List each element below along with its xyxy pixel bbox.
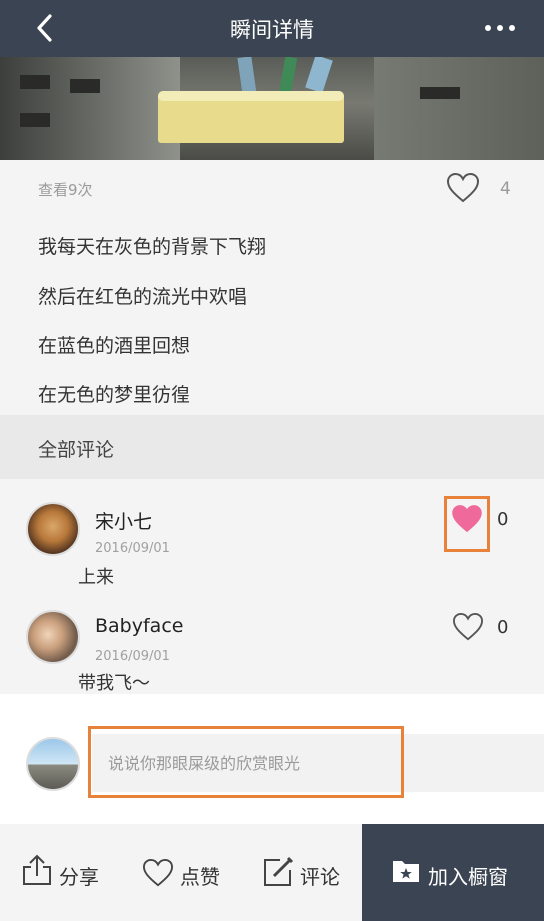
bottom-toolbar: 分享 点赞 评论 加入橱窗 bbox=[0, 824, 544, 921]
edit-icon bbox=[264, 856, 294, 886]
add-to-window-button[interactable]: 加入橱窗 bbox=[362, 824, 544, 921]
comment-button[interactable]: 评论 bbox=[260, 824, 360, 921]
like-heart-icon[interactable] bbox=[446, 172, 480, 204]
comment-like-heart-icon[interactable] bbox=[452, 612, 484, 642]
comment-composer bbox=[0, 694, 544, 824]
like-count: 4 bbox=[500, 179, 511, 199]
avatar[interactable] bbox=[26, 502, 80, 556]
post-body: 我每天在灰色的背景下飞翔 然后在红色的流光中欢唱 在蓝色的酒里回想 在无色的梦里… bbox=[0, 218, 544, 415]
photo-object bbox=[237, 57, 257, 96]
comment-like-count: 0 bbox=[497, 509, 509, 530]
more-options-icon[interactable] bbox=[482, 18, 522, 38]
comment-author[interactable]: 宋小七 bbox=[95, 507, 152, 534]
like-label: 点赞 bbox=[180, 865, 220, 889]
post-photo[interactable] bbox=[0, 57, 544, 160]
photo-window bbox=[70, 79, 100, 93]
photo-cup-rim bbox=[158, 91, 344, 101]
page-title: 瞬间详情 bbox=[230, 18, 314, 42]
photo-window bbox=[20, 113, 50, 127]
post-line: 我每天在灰色的背景下飞翔 bbox=[38, 236, 267, 258]
comment-like-heart-filled-icon[interactable] bbox=[451, 504, 483, 534]
like-button[interactable]: 点赞 bbox=[140, 824, 240, 921]
comments-section-title: 全部评论 bbox=[38, 439, 115, 461]
highlight-box bbox=[88, 726, 404, 798]
post-line: 然后在红色的流光中欢唱 bbox=[38, 286, 248, 308]
comment-author[interactable]: Babyface bbox=[95, 615, 183, 637]
share-label: 分享 bbox=[59, 865, 99, 889]
photo-object bbox=[278, 57, 298, 96]
photo-window bbox=[420, 87, 460, 99]
comment-text: 上来 bbox=[78, 567, 114, 588]
post-line: 在蓝色的酒里回想 bbox=[38, 335, 191, 357]
add-to-window-label: 加入橱窗 bbox=[428, 865, 508, 889]
photo-object bbox=[305, 57, 333, 93]
share-button[interactable]: 分享 bbox=[18, 824, 118, 921]
photo-window bbox=[20, 75, 50, 89]
share-icon bbox=[23, 854, 51, 885]
comment-date: 2016/09/01 bbox=[95, 649, 170, 664]
avatar[interactable] bbox=[26, 610, 80, 664]
folder-star-icon bbox=[393, 861, 419, 882]
photo-building-left bbox=[0, 57, 180, 160]
comment-item: 宋小七 2016/09/01 上来 0 bbox=[0, 479, 544, 588]
heart-icon bbox=[142, 858, 174, 887]
comments-section-header: 全部评论 bbox=[0, 415, 544, 479]
comment-date: 2016/09/01 bbox=[95, 541, 170, 556]
top-bar: 瞬间详情 bbox=[0, 0, 544, 57]
comment-item: Babyface 2016/09/01 带我飞～ 0 bbox=[0, 587, 544, 695]
comment-list: 宋小七 2016/09/01 上来 0 Babyface 2016/09/01 … bbox=[0, 479, 544, 694]
comment-label: 评论 bbox=[300, 865, 340, 889]
post-meta-row: 查看9次 4 bbox=[0, 160, 544, 218]
comment-text: 带我飞～ bbox=[78, 673, 150, 694]
post-line: 在无色的梦里彷徨 bbox=[38, 384, 191, 406]
photo-building-right bbox=[374, 57, 544, 160]
my-avatar[interactable] bbox=[26, 737, 80, 791]
comment-like-count: 0 bbox=[497, 617, 509, 638]
view-count: 查看9次 bbox=[38, 181, 93, 199]
